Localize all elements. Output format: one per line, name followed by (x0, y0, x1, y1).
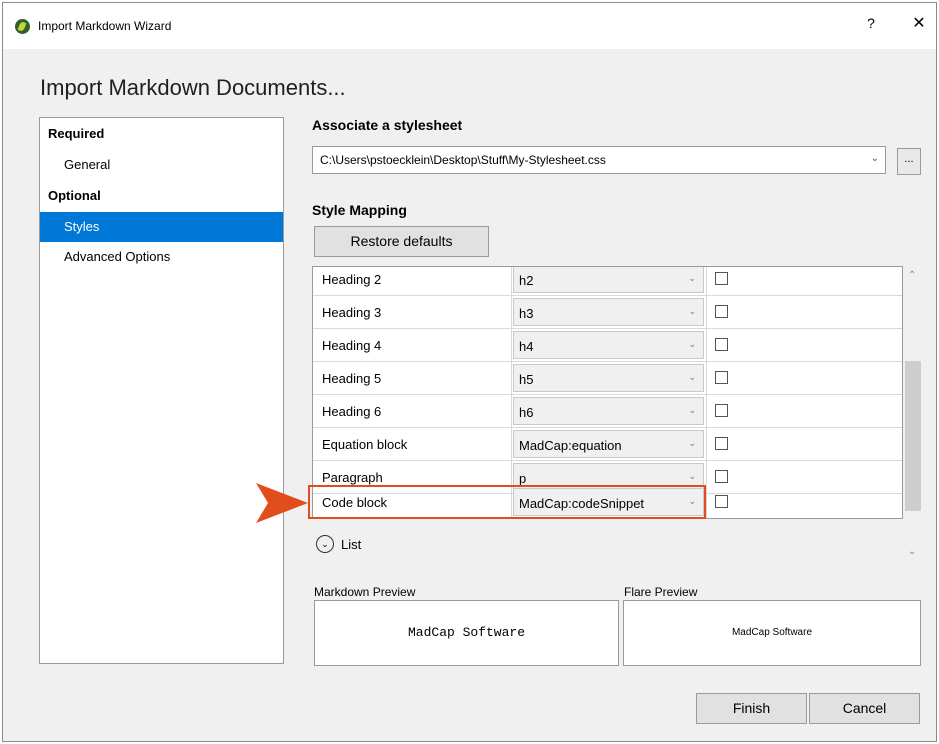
style-mapping-grid: Heading 2 h2 ⌄ Heading 3 h3 ⌄ Heading 4 … (312, 266, 903, 519)
chevron-down-icon: ⌄ (688, 471, 696, 481)
style-select-value: h4 (519, 339, 534, 354)
title-bar: Import Markdown Wizard ? ✕ (3, 3, 936, 49)
table-row: Equation block MadCap:equation ⌄ (313, 428, 902, 461)
row-checkbox[interactable] (715, 404, 728, 417)
chevron-down-icon: ⌄ (688, 339, 696, 349)
chevron-up-icon[interactable]: ⌃ (908, 270, 916, 281)
window-title: Import Markdown Wizard (38, 19, 172, 33)
nav-item-general[interactable]: General (40, 150, 283, 180)
chevron-down-icon: ⌄ (688, 306, 696, 316)
style-select[interactable]: MadCap:equation ⌄ (513, 430, 704, 458)
stylesheet-path: C:\Users\pstoecklein\Desktop\Stuff\My-St… (320, 153, 606, 167)
flare-preview-text: MadCap Software (731, 627, 813, 638)
finish-button[interactable]: Finish (696, 693, 807, 724)
style-mapping-title: Style Mapping (312, 202, 407, 218)
element-name: Paragraph (322, 470, 383, 485)
row-checkbox[interactable] (715, 495, 728, 508)
style-select[interactable]: h6 ⌄ (513, 397, 704, 425)
help-button[interactable]: ? (861, 15, 881, 31)
row-checkbox[interactable] (715, 470, 728, 483)
flare-app-icon (15, 19, 30, 34)
style-select-value: MadCap:equation (519, 438, 622, 453)
expand-circle-icon: ⌄ (316, 535, 334, 553)
chevron-down-icon: ⌄ (688, 496, 696, 506)
import-markdown-wizard-window: Import Markdown Wizard ? ✕ Import Markdo… (2, 2, 937, 742)
chevron-down-icon: ⌄ (870, 153, 879, 164)
flare-preview-label: Flare Preview (624, 585, 698, 599)
nav-group-required: Required (48, 126, 105, 141)
element-name: Heading 2 (322, 272, 382, 287)
cancel-button[interactable]: Cancel (809, 693, 920, 724)
scroll-thumb[interactable] (905, 361, 921, 511)
table-row: Heading 4 h4 ⌄ (313, 329, 902, 362)
style-select[interactable]: h3 ⌄ (513, 298, 704, 326)
chevron-down-icon: ⌄ (688, 438, 696, 448)
chevron-down-icon: ⌄ (688, 273, 696, 283)
style-select[interactable]: h5 ⌄ (513, 364, 704, 392)
row-checkbox[interactable] (715, 338, 728, 351)
chevron-down-icon: ⌄ (688, 405, 696, 415)
table-row: Heading 6 h6 ⌄ (313, 395, 902, 428)
table-row: Heading 3 h3 ⌄ (313, 296, 902, 329)
element-name: Heading 3 (322, 305, 382, 320)
nav-item-advanced-options[interactable]: Advanced Options (40, 242, 283, 272)
table-row: Code block MadCap:codeSnippet ⌄ (313, 486, 902, 518)
flare-preview-box: MadCap Software (623, 600, 921, 666)
stylesheet-combo[interactable]: C:\Users\pstoecklein\Desktop\Stuff\My-St… (312, 146, 886, 174)
style-select-value: h3 (519, 306, 534, 321)
row-checkbox[interactable] (715, 272, 728, 285)
element-name: Heading 4 (322, 338, 382, 353)
associate-stylesheet-title: Associate a stylesheet (312, 117, 463, 133)
style-select-value: h2 (519, 273, 534, 288)
style-select[interactable]: MadCap:codeSnippet ⌄ (513, 488, 704, 516)
nav-item-styles[interactable]: Styles (40, 212, 283, 242)
restore-defaults-button[interactable]: Restore defaults (314, 226, 489, 257)
wizard-nav: Required General Optional Styles Advance… (39, 117, 284, 664)
style-select[interactable]: h4 ⌄ (513, 331, 704, 359)
style-select[interactable]: h2 ⌄ (513, 267, 704, 293)
table-row: Heading 5 h5 ⌄ (313, 362, 902, 395)
row-checkbox[interactable] (715, 371, 728, 384)
browse-button[interactable]: ... (897, 148, 921, 175)
style-select-value: MadCap:codeSnippet (519, 496, 645, 511)
element-name: Code block (322, 495, 388, 510)
markdown-preview-text: MadCap Software (407, 625, 526, 640)
style-select-value: h6 (519, 405, 534, 420)
style-select-value: p (519, 471, 527, 486)
style-select-value: h5 (519, 372, 534, 387)
table-row: Heading 2 h2 ⌄ (313, 267, 902, 296)
markdown-preview-box: MadCap Software (314, 600, 619, 666)
callout-arrow-icon (256, 483, 308, 523)
chevron-down-icon[interactable]: ⌄ (908, 546, 916, 557)
mapping-scrollbar[interactable]: ⌃ ⌄ (904, 266, 922, 562)
chevron-down-icon: ⌄ (688, 372, 696, 382)
element-name: Equation block (322, 437, 408, 452)
markdown-preview-label: Markdown Preview (314, 585, 416, 599)
element-name: Heading 5 (322, 371, 382, 386)
list-expand-toggle[interactable]: ⌄ (316, 535, 336, 555)
page-title: Import Markdown Documents... (40, 75, 346, 100)
element-name: Heading 6 (322, 404, 382, 419)
row-checkbox[interactable] (715, 437, 728, 450)
row-checkbox[interactable] (715, 305, 728, 318)
close-button[interactable]: ✕ (909, 13, 929, 33)
list-section-label: List (341, 537, 362, 552)
nav-group-optional: Optional (48, 188, 101, 203)
